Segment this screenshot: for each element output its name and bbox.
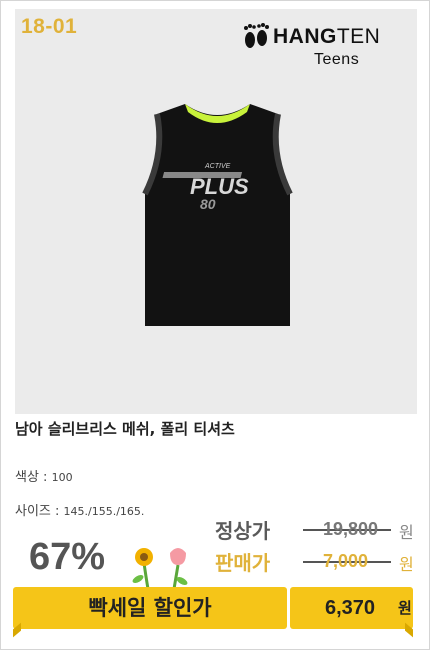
- regular-price-label: 정상가: [215, 519, 271, 543]
- product-image[interactable]: 18-01 HANGTEN Teens PLUS 80 ACTIVE: [15, 9, 417, 414]
- product-name: 남아 슬리브리스 메쉬, 폴리 티셔츠: [15, 420, 235, 438]
- regular-price-currency: 원: [399, 523, 414, 542]
- size-value: 145./155./165.: [63, 505, 145, 518]
- final-price: 6,370: [325, 597, 376, 619]
- sale-price: 7,000: [323, 551, 369, 571]
- item-code: 18-01: [21, 15, 78, 38]
- product-card[interactable]: 18-01 HANGTEN Teens PLUS 80 ACTIVE 남아 슬리…: [0, 0, 430, 650]
- promo-banner[interactable]: 빡세일 할인가: [13, 587, 287, 638]
- svg-text:ACTIVE: ACTIVE: [204, 163, 231, 170]
- brand-name-bold: HANG: [273, 25, 337, 48]
- svg-text:80: 80: [200, 196, 216, 212]
- size-label: 사이즈 :: [15, 504, 64, 519]
- color-row: 색상 : 100: [15, 466, 73, 485]
- brand-subline: Teens: [314, 51, 360, 68]
- sleeveless-shirt-image: PLUS 80 ACTIVE: [142, 104, 293, 326]
- flower-icon: [132, 548, 188, 589]
- brand-logo: HANGTEN Teens: [242, 22, 407, 70]
- brand-name: HANGTEN: [273, 25, 380, 49]
- brand-name-thin: TEN: [336, 25, 381, 48]
- color-value: 100: [51, 471, 73, 484]
- sale-price-currency: 원: [399, 555, 414, 574]
- footprint-icon: [244, 23, 269, 48]
- svg-text:PLUS: PLUS: [190, 174, 249, 199]
- discount-rate: 67%: [29, 536, 106, 578]
- final-price-currency: 원: [398, 599, 412, 617]
- color-label: 색상 :: [15, 470, 52, 485]
- final-price-banner[interactable]: 6,370 원: [290, 587, 413, 638]
- sale-price-label: 판매가: [215, 551, 271, 575]
- promo-label: 빡세일 할인가: [88, 596, 212, 620]
- size-row: 사이즈 : 145./155./165.: [15, 500, 144, 519]
- regular-price: 19,800: [323, 519, 379, 539]
